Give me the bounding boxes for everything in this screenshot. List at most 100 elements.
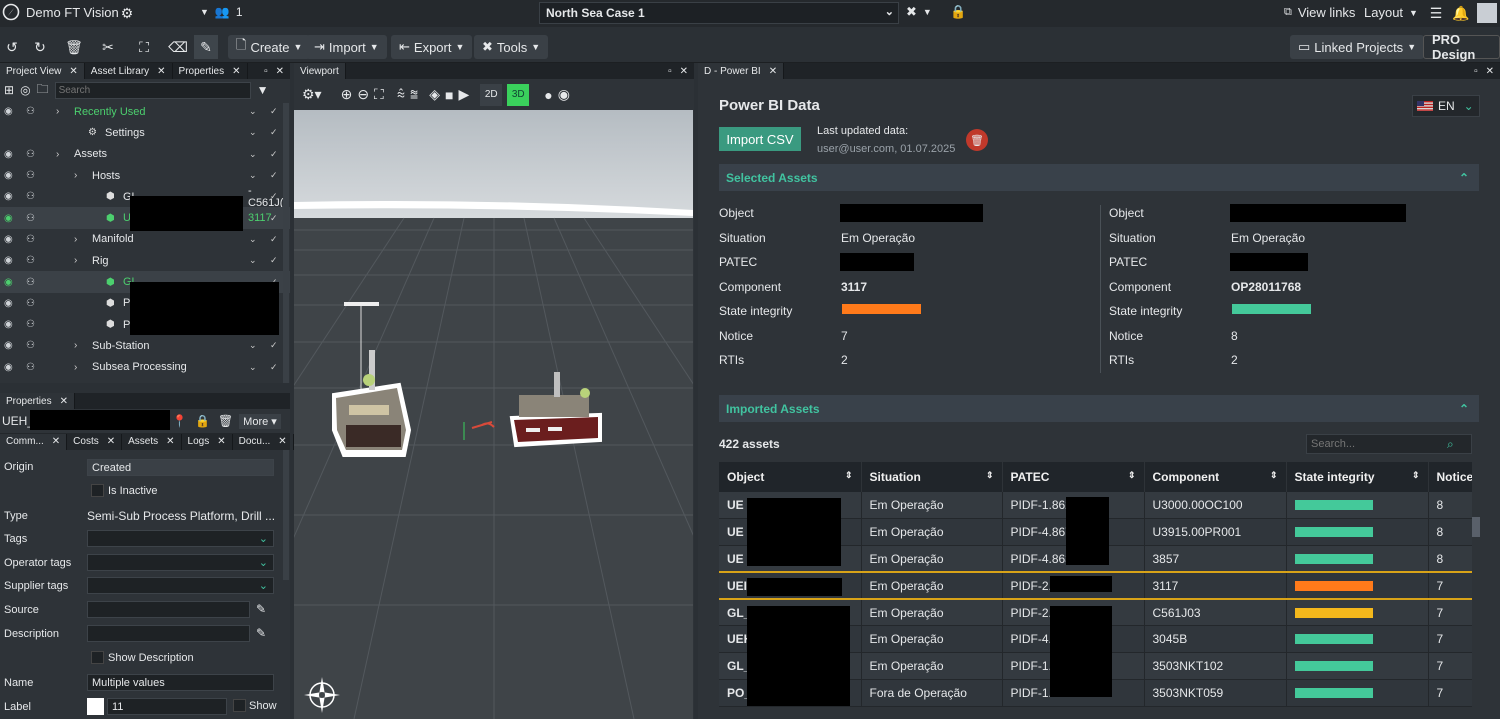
- user-icon[interactable]: ⚇: [26, 191, 35, 202]
- sort-icon[interactable]: ⇕: [1128, 470, 1136, 481]
- source-input[interactable]: [87, 601, 250, 618]
- check-icon[interactable]: ✓: [270, 149, 278, 160]
- column-header[interactable]: PATEC ⇕: [1002, 462, 1145, 492]
- language-select[interactable]: EN ⌄: [1412, 95, 1480, 117]
- ruler-icon[interactable]: ✎: [194, 35, 218, 59]
- user-icon[interactable]: ⚇: [26, 277, 35, 288]
- label-input[interactable]: 11: [107, 698, 227, 715]
- column-header[interactable]: Situation ⇕: [861, 462, 1003, 492]
- user-icon[interactable]: ⚇: [26, 170, 35, 181]
- close-icon[interactable]: ✕: [232, 66, 240, 77]
- close-icon[interactable]: ✕: [680, 66, 688, 77]
- frame-icon[interactable]: ⛶: [132, 35, 156, 59]
- user-icon[interactable]: ⚇: [26, 255, 35, 266]
- view-links-button[interactable]: ⧉ View links: [1284, 5, 1355, 20]
- chevron-right-icon[interactable]: ›: [56, 106, 59, 117]
- mode-3d-button[interactable]: 3D: [507, 83, 530, 106]
- user-icon[interactable]: ⚇: [26, 213, 35, 224]
- search-icon[interactable]: ⌕: [1447, 437, 1454, 452]
- visibility-icon[interactable]: ◉: [4, 277, 13, 288]
- chevron-right-icon[interactable]: ›: [74, 234, 77, 245]
- gear-icon[interactable]: ⚙: [115, 1, 139, 25]
- tree-item[interactable]: ◉ ⚇ › Sub-Station ⌄ ✓: [0, 335, 290, 356]
- tree-item[interactable]: ◉ ⚇ › Subsea Processing ⌄ ✓: [0, 357, 290, 376]
- close-icon[interactable]: ✕: [157, 66, 165, 77]
- chevron-right-icon[interactable]: ›: [56, 149, 59, 160]
- close-icon[interactable]: ✕: [166, 436, 174, 447]
- chevron-right-icon[interactable]: ›: [74, 255, 77, 266]
- pin-icon[interactable]: 📍: [172, 414, 187, 428]
- check-icon[interactable]: ✓: [270, 362, 278, 373]
- edit-icon[interactable]: ✎: [256, 626, 266, 640]
- tab-viewport[interactable]: Viewport: [294, 63, 346, 79]
- check-icon[interactable]: ✓: [270, 234, 278, 245]
- sphere-icon[interactable]: ●: [544, 87, 552, 103]
- import-csv-button[interactable]: Import CSV: [719, 127, 801, 151]
- filter-icon[interactable]: ▼: [257, 83, 269, 97]
- check-icon[interactable]: ✓: [270, 106, 278, 117]
- layers-icon[interactable]: ⊞: [4, 83, 14, 97]
- collapse-icon[interactable]: ⌄: [249, 106, 257, 117]
- description-input[interactable]: [87, 625, 250, 642]
- visibility-icon[interactable]: ◉: [4, 106, 13, 117]
- sea-level-down-icon[interactable]: ⩰: [410, 86, 418, 103]
- export-button[interactable]: ⇤ Export ▼: [391, 35, 473, 59]
- visibility-icon[interactable]: ◉: [4, 319, 13, 330]
- light-icon[interactable]: ◉: [558, 86, 570, 103]
- is-inactive-checkbox[interactable]: Is Inactive: [91, 484, 158, 497]
- name-input[interactable]: Multiple values: [87, 674, 274, 691]
- visibility-icon[interactable]: ◉: [4, 298, 13, 309]
- list-icon[interactable]: ☰: [1424, 1, 1448, 25]
- tree-scrollbar[interactable]: [283, 103, 289, 383]
- operator-tags-select[interactable]: ⌄: [87, 554, 274, 571]
- tab-assets[interactable]: Assets ✕: [122, 433, 182, 450]
- visibility-icon[interactable]: ◉: [4, 255, 13, 266]
- column-header[interactable]: Notice: [1428, 462, 1472, 492]
- column-header[interactable]: State integrity ⇕: [1286, 462, 1429, 492]
- undo-icon[interactable]: ↺: [0, 35, 24, 59]
- tab-logs[interactable]: Logs ✕: [182, 433, 233, 450]
- properties-scrollbar[interactable]: [283, 450, 289, 580]
- bell-icon[interactable]: 🔔: [1449, 1, 1473, 25]
- create-button[interactable]: 🗋 Create ▼: [228, 35, 311, 59]
- visibility-icon[interactable]: ◉: [4, 362, 13, 373]
- visibility-icon[interactable]: ◉: [4, 234, 13, 245]
- table-scrollbar[interactable]: [1472, 517, 1480, 537]
- show-label-checkbox[interactable]: Show: [233, 699, 277, 712]
- tree-item[interactable]: ◉ ⚇ › Rig ⌄ ✓: [0, 250, 290, 271]
- collapse-icon[interactable]: ⌄: [249, 170, 257, 181]
- fit-icon[interactable]: ⛶: [374, 86, 384, 103]
- close-icon[interactable]: ✕: [769, 66, 777, 77]
- collapse-icon[interactable]: ⌄: [249, 340, 257, 351]
- user-icon[interactable]: ⚇: [26, 340, 35, 351]
- eraser-icon[interactable]: ⌫: [166, 35, 190, 59]
- collapse-icon[interactable]: ⌄: [249, 234, 257, 245]
- assets-search-input[interactable]: [1307, 438, 1447, 450]
- visibility-icon[interactable]: ◉: [4, 170, 13, 181]
- layers-icon[interactable]: ◈: [429, 86, 440, 103]
- avatar[interactable]: [1477, 3, 1497, 23]
- visibility-icon[interactable]: ◉: [4, 191, 13, 202]
- mode-2d-button[interactable]: 2D: [480, 83, 503, 106]
- tags-select[interactable]: ⌄: [87, 530, 274, 547]
- assets-search[interactable]: ⌕: [1306, 434, 1472, 454]
- user-icon[interactable]: ⚇: [26, 362, 35, 373]
- close-icon[interactable]: ✕: [217, 436, 225, 447]
- close-icon[interactable]: ✕: [1486, 66, 1494, 77]
- lock-icon[interactable]: 🔒: [195, 414, 210, 428]
- collapse-icon[interactable]: ⌄: [249, 149, 257, 160]
- tree-item[interactable]: ◉ ⚇ › Hosts ⌄ ✓: [0, 165, 290, 186]
- chevron-right-icon[interactable]: ›: [74, 340, 77, 351]
- settings-icon[interactable]: ⚙▾: [302, 86, 322, 103]
- zoom-out-icon[interactable]: ⊖: [357, 86, 369, 103]
- tree-item[interactable]: ◉ ⚇ › Recently Used ⌄ ✓: [0, 101, 290, 122]
- check-icon[interactable]: ✓: [270, 191, 278, 202]
- redo-icon[interactable]: ↻: [28, 35, 52, 59]
- user-icon[interactable]: ⚇: [26, 319, 35, 330]
- delete-data-button[interactable]: 🗑: [966, 129, 988, 151]
- collapse-icon[interactable]: ⌄: [249, 362, 257, 373]
- 3d-scene[interactable]: [294, 110, 693, 719]
- scissors-icon[interactable]: ✂: [96, 35, 120, 59]
- tree-item[interactable]: ⚙ Settings ⌄ ✓: [0, 122, 290, 143]
- trash-icon[interactable]: 🗑: [62, 35, 86, 59]
